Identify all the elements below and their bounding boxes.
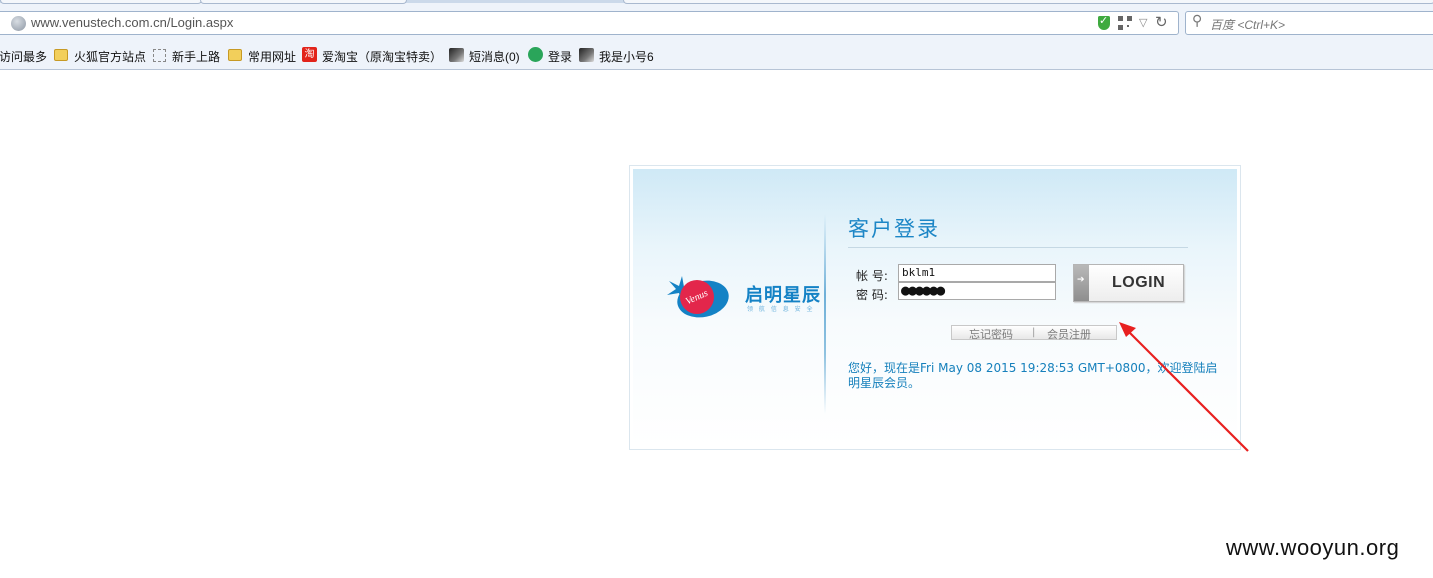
bookmark-most-visited[interactable]: 访问最多 (0, 48, 47, 65)
bookmark-login[interactable]: 登录 (548, 48, 572, 65)
venustech-logo: Venus 启明星辰 领 航 信 息 安 全 (663, 269, 823, 319)
greeting-text: 您好，现在是Fri May 08 2015 19:28:53 GMT+0800，… (848, 361, 1218, 390)
bookmarks-toolbar: 访问最多 火狐官方站点 新手上路 常用网址 淘 爱淘宝（原淘宝特卖） 短消息(0… (0, 44, 1433, 68)
taobao-icon: 淘 (302, 47, 317, 62)
account-label: 帐 号: (856, 269, 888, 283)
bookmark-aitaobao[interactable]: 爱淘宝（原淘宝特卖） (322, 48, 442, 65)
security-shield-icon[interactable] (1098, 14, 1110, 30)
login-panel-background: Venus 启明星辰 领 航 信 息 安 全 客户登录 帐 号: bklm1 密… (633, 169, 1237, 446)
search-icon: ⚲ (1192, 13, 1203, 29)
reload-icon[interactable]: ↻ (1155, 13, 1168, 31)
panel-divider (824, 214, 826, 414)
login-button-label: LOGIN (1112, 274, 1166, 291)
brand-tagline: 领 航 信 息 安 全 (747, 306, 815, 313)
forgot-password-link[interactable]: 忘记密码 (969, 326, 1013, 342)
tab-left[interactable] (0, 0, 202, 4)
login-panel: Venus 启明星辰 领 航 信 息 安 全 客户登录 帐 号: bklm1 密… (629, 165, 1241, 450)
green-globe-icon (528, 47, 543, 62)
bookmark-getting-started[interactable]: 新手上路 (172, 48, 220, 65)
link-separator: | (1032, 327, 1036, 338)
dropdown-arrow-icon[interactable]: ▽ (1139, 16, 1147, 29)
folder-icon (54, 49, 68, 61)
bookmark-alt-account[interactable]: 我是小号6 (599, 48, 654, 65)
bookmark-short-messages[interactable]: 短消息(0) (469, 48, 520, 65)
image-icon (449, 48, 464, 62)
tab-active[interactable] (200, 0, 407, 4)
login-button[interactable]: ➔ LOGIN (1073, 264, 1184, 302)
qr-code-icon[interactable] (1118, 16, 1132, 30)
password-label: 密 码: (856, 288, 888, 302)
image-icon (579, 48, 594, 62)
password-input[interactable]: ●●●●●● (898, 282, 1056, 300)
tab-right[interactable] (623, 0, 1433, 4)
browser-toolbar: www.venustech.com.cn/Login.aspx ▽ ↻ ⚲ 百度… (0, 0, 1433, 70)
arrow-right-icon: ➔ (1074, 265, 1089, 301)
venus-star-icon: Venus (667, 276, 729, 318)
bookmark-common-sites[interactable]: 常用网址 (248, 48, 296, 65)
url-text[interactable]: www.venustech.com.cn/Login.aspx (31, 15, 233, 30)
folder-icon (228, 49, 242, 61)
search-placeholder[interactable]: 百度 <Ctrl+K> (1210, 16, 1285, 33)
bookmark-firefox-official[interactable]: 火狐官方站点 (74, 48, 146, 65)
watermark: www.wooyun.org (1226, 535, 1400, 560)
register-link[interactable]: 会员注册 (1047, 326, 1091, 342)
toolbar-divider (0, 69, 1433, 70)
search-bar[interactable]: ⚲ 百度 <Ctrl+K> (1185, 11, 1433, 35)
address-bar[interactable]: www.venustech.com.cn/Login.aspx ▽ ↻ (0, 11, 1179, 35)
login-title: 客户登录 (848, 217, 940, 241)
account-input[interactable]: bklm1 (898, 264, 1056, 282)
globe-icon (11, 16, 26, 31)
help-links-bar: 忘记密码 | 会员注册 (951, 325, 1117, 342)
dashed-box-icon (153, 49, 166, 62)
title-underline (848, 247, 1188, 248)
